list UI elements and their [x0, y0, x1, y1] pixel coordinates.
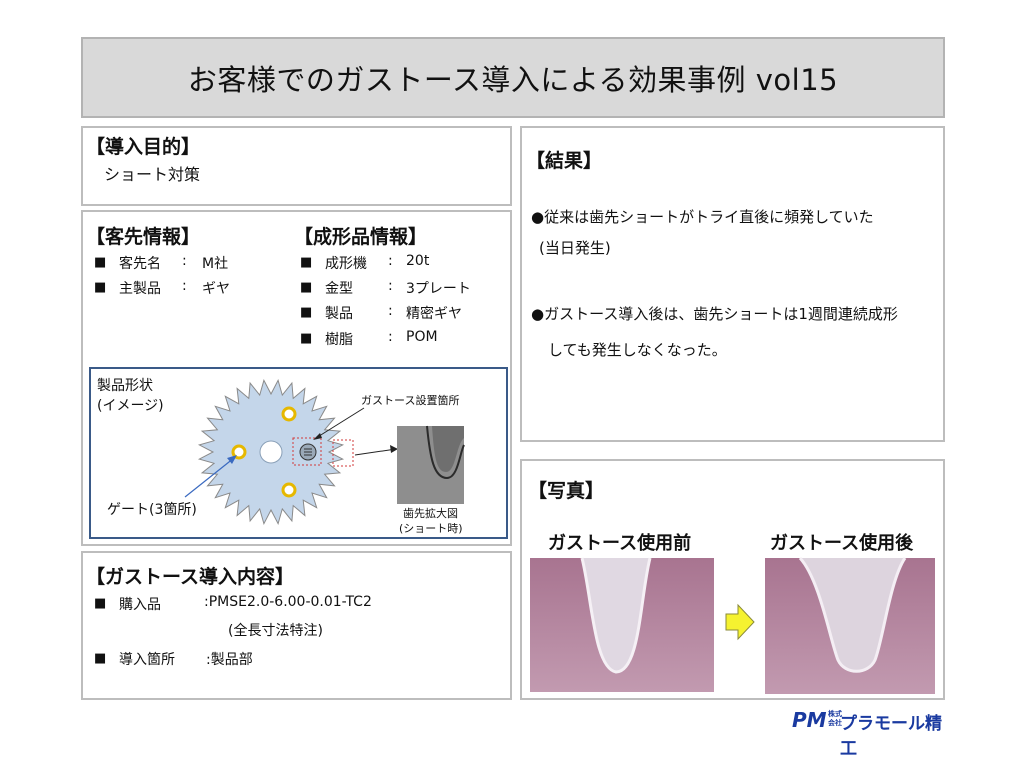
logo-mark: PM [792, 708, 827, 732]
after-photo [765, 556, 935, 694]
photos [530, 556, 935, 694]
before-photo [530, 557, 714, 692]
company-logo: PM 株式 会社 プラモール精工 [790, 708, 950, 759]
arrow-right-icon [725, 603, 755, 641]
logo-name: プラモール精工 [840, 714, 942, 759]
